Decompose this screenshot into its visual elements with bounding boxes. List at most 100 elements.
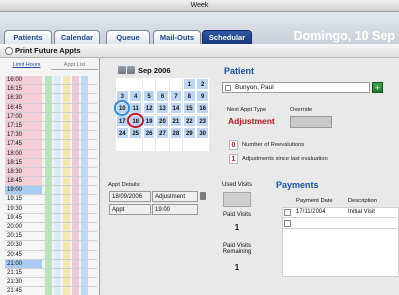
tab-calendar[interactable]: Calendar (54, 30, 100, 44)
time-row[interactable]: 17:30 (5, 131, 97, 141)
calendar-day[interactable]: 27 (156, 126, 169, 139)
availability-stripe (54, 112, 61, 121)
availability-stripe (45, 204, 52, 213)
calendar-day[interactable]: 4 (129, 90, 142, 103)
availability-stripe (72, 167, 79, 177)
calendar-day[interactable]: 5 (142, 90, 156, 103)
calendar-day[interactable]: 13 (156, 102, 169, 115)
calendar-blank-cell (183, 139, 196, 151)
time-row[interactable]: 18:45 (5, 177, 97, 187)
appt-date-field[interactable]: 18/09/2006 (109, 191, 151, 202)
calendar-day[interactable]: 14 (169, 102, 183, 115)
paid-visits-value: 1 (234, 223, 240, 232)
time-row[interactable]: 16:30 (5, 94, 97, 104)
time-label: 18:15 (5, 158, 42, 167)
calendar-day[interactable]: 25 (129, 126, 142, 139)
calendar-day[interactable]: 12 (142, 102, 156, 115)
time-row[interactable]: 17:15 (5, 121, 97, 132)
time-row[interactable]: 20:30 (5, 241, 97, 251)
time-row[interactable]: 18:00 (5, 149, 97, 159)
time-row[interactable]: 20:15 (5, 232, 97, 242)
calendar-day[interactable]: 17 (116, 114, 129, 127)
calendar-day[interactable]: 9 (196, 90, 209, 103)
tab-queue[interactable]: Queue (106, 30, 150, 44)
availability-stripe (81, 223, 88, 232)
availability-stripe (63, 186, 70, 195)
appt-type-field[interactable]: Adjustment (152, 191, 198, 202)
time-row[interactable]: 20:00 (5, 223, 97, 233)
patient-field[interactable]: Bunyon, Paul (222, 82, 370, 93)
time-label: 17:15 (5, 121, 42, 131)
payment-row[interactable] (282, 219, 399, 229)
calendar-day[interactable]: 19 (142, 114, 156, 127)
time-row[interactable]: 16:00 (5, 76, 97, 86)
print-future-label[interactable]: Print Future Appts (15, 46, 81, 55)
calendar-day[interactable]: 3 (116, 90, 129, 103)
next-month-icon[interactable] (127, 66, 135, 74)
time-row[interactable]: 16:45 (5, 103, 97, 113)
override-field[interactable] (290, 116, 332, 128)
calendar-day[interactable]: 30 (196, 126, 209, 139)
calendar-day[interactable]: 10 (116, 102, 129, 115)
calendar-day[interactable]: 2 (196, 78, 209, 90)
calendar-day[interactable]: 15 (183, 102, 196, 115)
calendar-day[interactable]: 22 (183, 114, 196, 127)
calendar-day[interactable]: 23 (196, 114, 209, 127)
used-visits-field[interactable] (223, 192, 251, 207)
calendar-day[interactable]: 21 (169, 114, 183, 127)
payment-checkbox[interactable] (284, 220, 291, 227)
availability-stripe (81, 213, 88, 222)
availability-stripe (72, 259, 79, 268)
tab-appt-list[interactable]: Appt List (51, 60, 98, 70)
calendar-day[interactable]: 18 (129, 114, 142, 127)
availability-stripe (54, 213, 61, 222)
time-row[interactable]: 21:15 (5, 268, 97, 279)
time-row[interactable]: 21:30 (5, 278, 97, 288)
patient-checkbox[interactable] (225, 85, 231, 91)
time-row[interactable]: 17:00 (5, 112, 97, 122)
time-row[interactable]: 20:45 (5, 250, 97, 260)
appt-time-field[interactable]: 19:00 (152, 204, 198, 215)
availability-stripe (72, 158, 79, 167)
calendar-day[interactable]: 1 (183, 78, 196, 90)
time-row[interactable]: 18:15 (5, 158, 97, 168)
time-row[interactable]: 19:45 (5, 213, 97, 223)
calendar-blank-cell (129, 139, 142, 151)
time-row[interactable]: 16:15 (5, 85, 97, 95)
calendar-day[interactable]: 29 (183, 126, 196, 139)
calendar-day[interactable]: 24 (116, 126, 129, 139)
payment-checkbox[interactable] (284, 209, 291, 216)
calendar-day[interactable]: 6 (156, 90, 169, 103)
payment-row[interactable]: 17/11/2004 Initial Visit (282, 208, 399, 218)
availability-stripe (72, 250, 79, 259)
time-row[interactable]: 21:00 (5, 259, 97, 269)
payment-date-header[interactable]: Payment Date (296, 198, 333, 204)
time-row[interactable]: 17:45 (5, 140, 97, 150)
tab-schedular[interactable]: Schedular (202, 30, 252, 44)
tab-mail-outs[interactable]: Mail-Outs (153, 30, 201, 44)
time-row[interactable]: 19:15 (5, 195, 97, 205)
calendar-day[interactable]: 16 (196, 102, 209, 115)
availability-stripe (63, 204, 70, 213)
time-row[interactable]: 19:30 (5, 204, 97, 214)
availability-stripe (72, 278, 79, 287)
time-row[interactable]: 19:00 (5, 186, 97, 196)
tab-limit-hours[interactable]: Limit Hours (2, 60, 51, 70)
tab-patients[interactable]: Patients (4, 30, 52, 44)
calendar-day[interactable]: 26 (142, 126, 156, 139)
prev-month-icon[interactable] (118, 66, 126, 74)
calendar-day[interactable]: 8 (183, 90, 196, 103)
description-header[interactable]: Description (348, 198, 377, 204)
radio-icon[interactable] (5, 47, 13, 55)
availability-stripe (45, 140, 52, 149)
time-label: 18:45 (5, 177, 42, 186)
calendar-blank-cell (169, 78, 183, 90)
calendar-day[interactable]: 7 (169, 90, 183, 103)
time-row[interactable]: 18:30 (5, 167, 97, 178)
time-row[interactable]: 21:45 (5, 287, 97, 295)
calendar-day[interactable]: 28 (169, 126, 183, 139)
calendar-day[interactable]: 20 (156, 114, 169, 127)
trash-icon[interactable] (200, 192, 206, 200)
calendar-day[interactable]: 11 (129, 102, 142, 115)
add-patient-button[interactable]: + (372, 82, 383, 93)
